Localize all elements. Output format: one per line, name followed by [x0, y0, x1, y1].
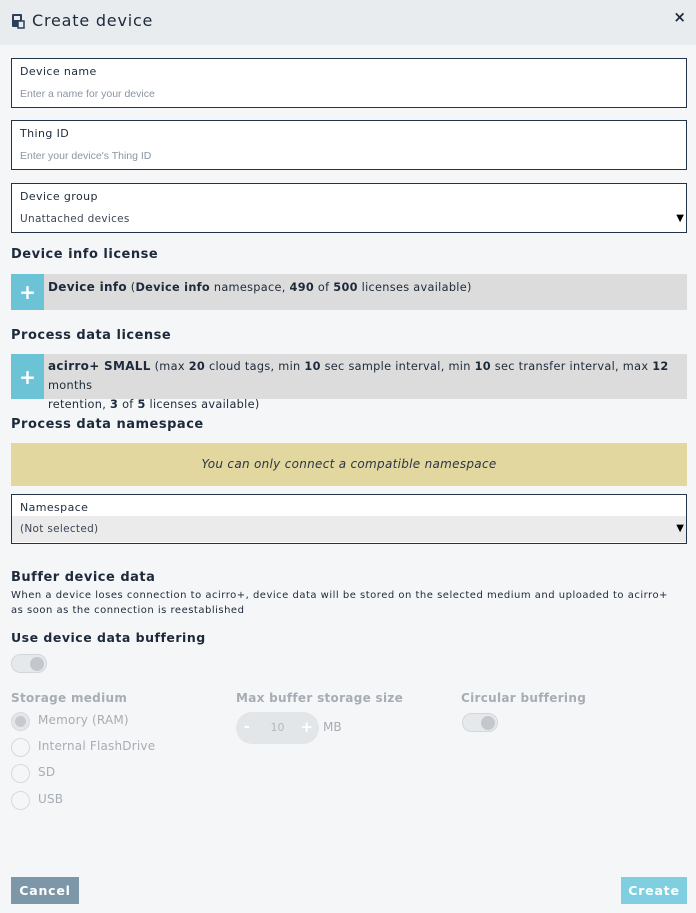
- max-buffer-size-stepper[interactable]: - 10 +: [236, 712, 319, 744]
- add-device-info-license-button[interactable]: +: [11, 274, 44, 310]
- circular-buffering-title: Circular buffering: [461, 691, 587, 705]
- use-buffering-toggle[interactable]: [11, 654, 47, 673]
- toggle-knob: [30, 657, 44, 671]
- storage-option-label: SD: [38, 765, 56, 779]
- storage-option-label: USB: [38, 792, 64, 806]
- use-buffering-label: Use device data buffering: [11, 630, 206, 645]
- dialog-title: Create device: [32, 11, 154, 30]
- close-icon[interactable]: ×: [673, 8, 686, 26]
- cancel-button[interactable]: Cancel: [11, 877, 79, 904]
- compatibility-notice: You can only connect a compatible namesp…: [11, 443, 687, 486]
- device-name-label: Device name: [20, 65, 97, 78]
- process-data-license-text: acirro+ SMALL (max 20 cloud tags, min 10…: [48, 359, 669, 411]
- namespace-label: Namespace: [20, 501, 89, 514]
- device-icon: [12, 14, 25, 29]
- buffer-title: Buffer device data: [11, 570, 156, 585]
- dialog-header: Create device ×: [0, 0, 696, 45]
- device-group-select[interactable]: Device group Unattached devices ▼: [11, 183, 687, 233]
- storage-medium-title: Storage medium: [11, 691, 128, 705]
- device-name-field[interactable]: Device name Enter a name for your device: [11, 58, 687, 108]
- chevron-down-icon: ▼: [676, 523, 684, 534]
- device-info-license-title: Device info license: [11, 247, 159, 262]
- storage-option-label: Internal FlashDrive: [38, 739, 156, 753]
- circular-buffering-toggle[interactable]: [462, 713, 498, 732]
- process-data-namespace-title: Process data namespace: [11, 417, 204, 432]
- thing-id-field[interactable]: Thing ID Enter your device's Thing ID: [11, 120, 687, 170]
- thing-id-input[interactable]: Enter your device's Thing ID: [20, 150, 151, 162]
- buffer-description: When a device loses connection to acirro…: [11, 590, 668, 616]
- process-data-license-title: Process data license: [11, 328, 172, 343]
- radio-button[interactable]: [11, 712, 30, 731]
- radio-button[interactable]: [11, 764, 30, 783]
- add-process-data-license-button[interactable]: +: [11, 354, 44, 399]
- device-info-license-card: + Device info (Device info namespace, 49…: [11, 274, 687, 310]
- create-button[interactable]: Create: [621, 877, 687, 904]
- device-group-label: Device group: [20, 190, 98, 203]
- radio-button[interactable]: [11, 738, 30, 757]
- radio-button[interactable]: [11, 791, 30, 810]
- device-name-input[interactable]: Enter a name for your device: [20, 88, 155, 100]
- max-buffer-size-title: Max buffer storage size: [236, 691, 404, 705]
- namespace-value: (Not selected): [20, 523, 99, 535]
- chevron-down-icon: ▼: [676, 213, 684, 224]
- device-info-license-text: Device info (Device info namespace, 490 …: [48, 280, 472, 294]
- plus-icon[interactable]: +: [300, 718, 313, 736]
- namespace-select[interactable]: Namespace (Not selected) ▼: [11, 494, 687, 544]
- thing-id-label: Thing ID: [20, 127, 70, 140]
- toggle-knob: [481, 716, 495, 730]
- device-group-value: Unattached devices: [20, 213, 130, 225]
- max-buffer-size-unit: MB: [323, 720, 342, 734]
- process-data-license-card: + acirro+ SMALL (max 20 cloud tags, min …: [11, 354, 687, 411]
- storage-option-label: Memory (RAM): [38, 713, 129, 727]
- namespace-select-box[interactable]: [12, 516, 686, 542]
